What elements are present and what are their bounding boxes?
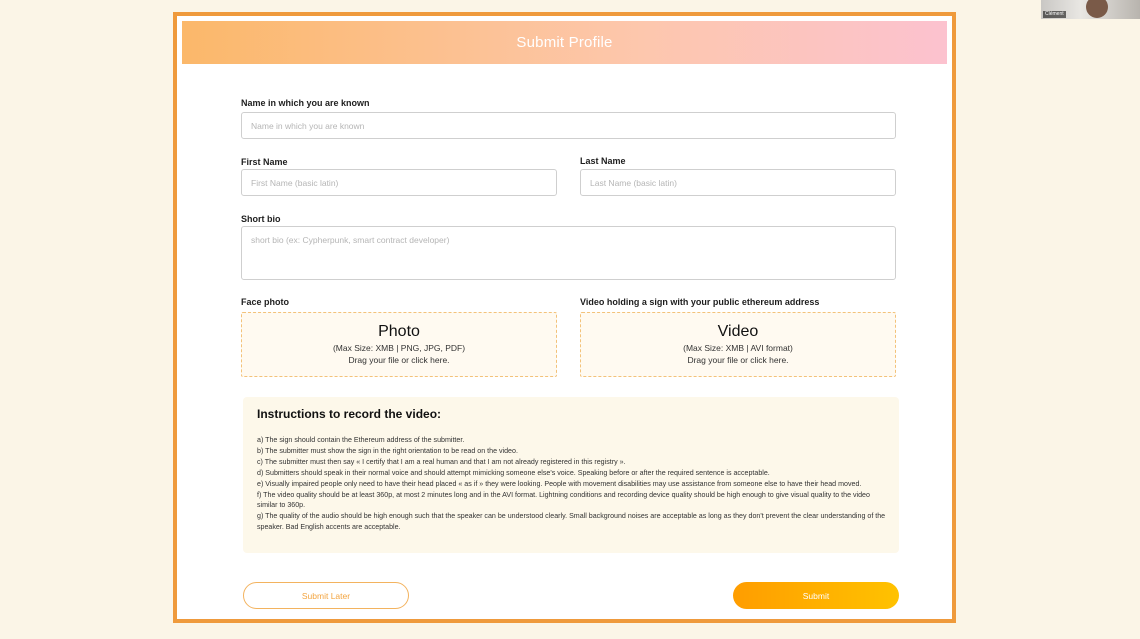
- photo-upload-dropzone[interactable]: Photo (Max Size: XMB | PNG, JPG, PDF) Dr…: [241, 312, 557, 377]
- video-label: Video holding a sign with your public et…: [580, 297, 820, 307]
- instruction-item: g) The quality of the audio should be hi…: [257, 512, 886, 532]
- photo-dropzone-constraints: (Max Size: XMB | PNG, JPG, PDF): [332, 343, 466, 353]
- webcam-person: [1086, 0, 1108, 18]
- short-bio-input[interactable]: [241, 226, 896, 280]
- instruction-item: f) The video quality should be at least …: [257, 490, 870, 510]
- instruction-item: a) The sign should contain the Ethereum …: [257, 436, 465, 444]
- instruction-item: d) Submitters should speak in their norm…: [257, 468, 770, 477]
- video-instructions-panel: Instructions to record the video: a) The…: [243, 397, 899, 553]
- instruction-item: b) The submitter must show the sign in t…: [257, 446, 518, 455]
- card-header: Submit Profile: [182, 21, 947, 64]
- last-name-input[interactable]: [580, 169, 896, 196]
- webcam-overlay: Clément: [1041, 0, 1140, 19]
- known-name-input[interactable]: [241, 112, 896, 139]
- last-name-label: Last Name: [580, 156, 626, 166]
- webcam-name-label: Clément: [1043, 11, 1066, 18]
- page-title: Submit Profile: [516, 34, 613, 51]
- video-dropzone-constraints: (Max Size: XMB | AVI format): [683, 343, 793, 353]
- submit-later-button[interactable]: Submit Later: [243, 582, 409, 609]
- submit-button[interactable]: Submit: [733, 582, 899, 609]
- instruction-item: e) Visually impaired people only need to…: [257, 479, 862, 488]
- submit-profile-card: Submit Profile Name in which you are kno…: [173, 12, 956, 623]
- first-name-label: First Name: [241, 157, 288, 167]
- photo-dropzone-title: Photo: [378, 323, 420, 340]
- video-dropzone-title: Video: [717, 323, 759, 340]
- instructions-title: Instructions to record the video:: [257, 407, 442, 421]
- instruction-item: c) The submitter must then say « I certi…: [257, 457, 626, 466]
- first-name-input[interactable]: [241, 169, 557, 196]
- face-photo-label: Face photo: [241, 297, 290, 307]
- video-upload-dropzone[interactable]: Video (Max Size: XMB | AVI format) Drag …: [580, 312, 896, 377]
- video-dropzone-hint: Drag your file or click here.: [687, 355, 789, 365]
- known-name-label: Name in which you are known: [241, 98, 370, 108]
- photo-dropzone-hint: Drag your file or click here.: [348, 355, 450, 365]
- short-bio-label: Short bio: [241, 214, 281, 224]
